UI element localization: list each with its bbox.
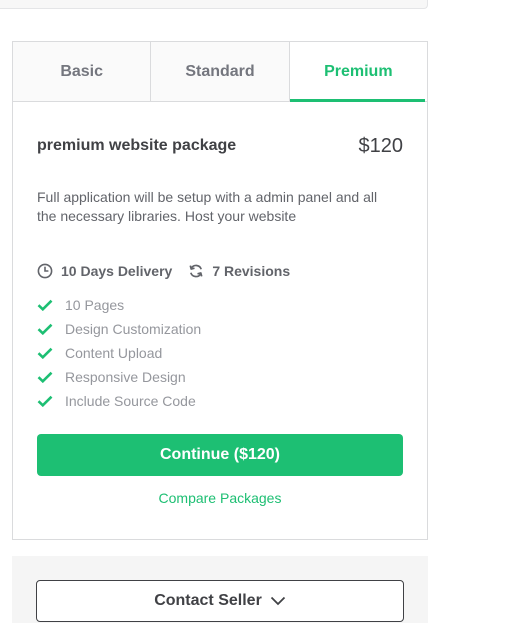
package-meta: 10 Days Delivery 7 Revisions <box>37 263 403 279</box>
package-description: Full application will be setup with a ad… <box>37 189 378 224</box>
delivery-text: 10 Days Delivery <box>61 263 173 279</box>
tab-premium[interactable]: Premium <box>289 42 427 102</box>
feature-item: Responsive Design <box>37 365 403 389</box>
check-icon <box>37 395 53 407</box>
contact-section: Contact Seller <box>12 556 428 623</box>
clock-icon <box>37 263 53 279</box>
feature-item: Design Customization <box>37 317 403 341</box>
feature-item: 10 Pages <box>37 293 403 317</box>
package-title: premium website package <box>37 137 237 154</box>
check-icon <box>37 299 53 311</box>
feature-label: Content Upload <box>65 345 163 361</box>
package-price: $120 <box>358 134 404 157</box>
check-icon <box>37 323 53 335</box>
tab-basic[interactable]: Basic <box>13 42 152 101</box>
revisions-info: 7 Revisions <box>188 263 290 279</box>
contact-seller-button[interactable]: Contact Seller <box>36 580 404 622</box>
package-card: Basic Standard Premium premium website p… <box>12 41 428 540</box>
feature-label: Responsive Design <box>65 369 186 385</box>
refresh-icon <box>189 264 203 278</box>
feature-label: Include Source Code <box>65 393 196 409</box>
check-icon <box>37 371 53 383</box>
contact-seller-label: Contact Seller <box>154 592 262 609</box>
feature-item: Content Upload <box>37 341 403 365</box>
tab-standard[interactable]: Standard <box>151 42 290 101</box>
compare-packages-link[interactable]: Compare Packages <box>37 490 403 506</box>
revisions-text: 7 Revisions <box>212 263 291 279</box>
chevron-down-icon <box>270 596 285 606</box>
package-body: premium website package $120 Full applic… <box>13 134 427 506</box>
feature-item: Include Source Code <box>37 389 403 413</box>
previous-section-edge <box>0 0 428 9</box>
check-icon <box>37 347 53 359</box>
delivery-info: 10 Days Delivery <box>37 263 172 279</box>
package-header: premium website package $120 <box>37 134 403 158</box>
feature-label: 10 Pages <box>65 297 125 313</box>
package-tabs: Basic Standard Premium <box>13 42 427 102</box>
feature-list: 10 Pages Design Customization Content Up… <box>37 293 403 413</box>
continue-button[interactable]: Continue ($120) <box>37 434 403 476</box>
feature-label: Design Customization <box>65 321 202 337</box>
